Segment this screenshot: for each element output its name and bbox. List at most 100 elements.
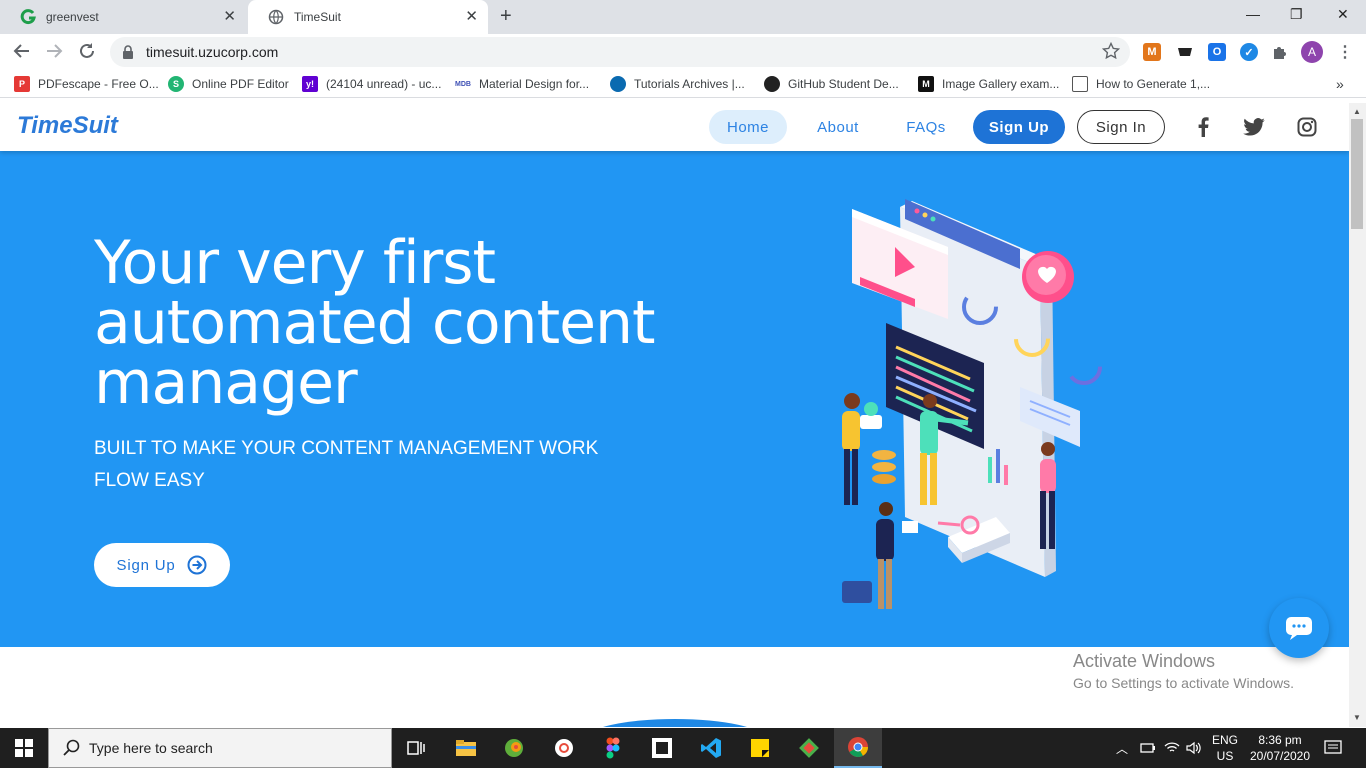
more-menu-icon[interactable]: ⋮ (1336, 43, 1354, 61)
chrome-icon[interactable] (834, 728, 882, 768)
back-arrow-icon[interactable] (13, 42, 31, 65)
terminal-app-icon[interactable] (638, 728, 686, 768)
hero-illustration (820, 187, 1120, 627)
bookmark-material-design[interactable]: MDB Material Design for... (455, 76, 589, 92)
nav-signin-button[interactable]: Sign In (1077, 110, 1165, 144)
bookmark-label: Material Design for... (479, 77, 590, 91)
nav-signup-button[interactable]: Sign Up (973, 110, 1065, 144)
bookmark-how-to-generate[interactable]: How to Generate 1,... (1072, 76, 1210, 92)
lang-code: ENG (1211, 733, 1238, 747)
hero-signup-button[interactable]: Sign Up (94, 543, 230, 587)
task-view-icon[interactable] (392, 728, 440, 768)
git-app-icon[interactable] (785, 728, 833, 768)
hero-section: Your very first automated content manage… (0, 151, 1349, 647)
page-icon (1072, 76, 1088, 92)
scrollbar-thumb[interactable] (1351, 119, 1363, 229)
windows-start-icon[interactable] (0, 728, 48, 768)
volume-icon[interactable] (1186, 728, 1202, 768)
nav-home-link[interactable]: Home (709, 110, 787, 144)
app-swirl-icon[interactable] (490, 728, 538, 768)
bookmark-yahoo-mail[interactable]: y! (24104 unread) - uc... (302, 76, 441, 92)
forward-arrow-icon[interactable] (45, 42, 63, 65)
minimize-icon[interactable]: — (1246, 6, 1260, 22)
mdb-icon: MDB (455, 76, 471, 92)
search-icon (63, 739, 81, 757)
windows-taskbar: Type here to search ︿ ENG US 8:36 pm 20/… (0, 728, 1366, 768)
hero-subtitle: BUILT TO MAKE YOUR CONTENT MANAGEMENT WO… (94, 438, 599, 491)
show-hidden-icons-icon[interactable]: ︿ (1116, 728, 1128, 768)
bookmark-label: Tutorials Archives |... (634, 77, 745, 91)
tab-title: TimeSuit (294, 10, 341, 24)
bookmark-pdfescape[interactable]: P PDFescape - Free O... (14, 76, 159, 92)
s-logo-icon: S (168, 76, 184, 92)
brand-logo[interactable]: TimeSuit (17, 112, 118, 140)
more-bookmarks-icon[interactable]: » (1336, 76, 1344, 92)
github-icon (764, 76, 780, 92)
facebook-icon[interactable] (1192, 116, 1214, 138)
web-page: TimeSuit Home About FAQs Sign Up Sign In… (0, 103, 1349, 727)
taskbar-search-box[interactable]: Type here to search (48, 728, 392, 768)
watermark-title: Activate Windows (1073, 651, 1216, 671)
m-logo-icon: M (918, 76, 934, 92)
file-explorer-icon[interactable] (442, 728, 490, 768)
url-text: timesuit.uzucorp.com (146, 44, 279, 60)
profile-avatar[interactable]: A (1301, 41, 1323, 63)
lock-icon (122, 45, 134, 59)
restore-icon[interactable]: ❐ (1290, 6, 1303, 23)
sticky-notes-icon[interactable] (736, 728, 784, 768)
close-tab-icon[interactable]: ✕ (223, 9, 236, 25)
puzzle-extensions-icon[interactable] (1271, 43, 1289, 61)
tab-timesuit[interactable]: TimeSuit ✕ (248, 0, 488, 34)
bookmark-label: How to Generate 1,... (1096, 77, 1211, 91)
input-language[interactable]: ENG US (1208, 732, 1242, 764)
address-bar[interactable]: timesuit.uzucorp.com (110, 37, 1130, 67)
extension-icon[interactable] (1176, 43, 1194, 61)
close-tab-icon[interactable]: ✕ (465, 9, 478, 25)
bookmark-tutorials-archives[interactable]: Tutorials Archives |... (610, 76, 745, 92)
notifications-icon[interactable] (1324, 728, 1342, 768)
battery-icon[interactable] (1140, 728, 1156, 768)
tab-greenvest[interactable]: greenvest ✕ (0, 0, 246, 34)
bookmark-label: Image Gallery exam... (942, 77, 1060, 91)
reload-icon[interactable] (78, 42, 96, 65)
nav-faqs-link[interactable]: FAQs (890, 110, 962, 144)
bookmark-label: PDFescape - Free O... (38, 77, 159, 91)
scroll-down-icon[interactable]: ▼ (1353, 713, 1361, 722)
browser-tab-bar: greenvest ✕ TimeSuit ✕ + — ❐ ✕ (0, 0, 1366, 34)
nav-about-link[interactable]: About (800, 110, 876, 144)
bookmark-image-gallery[interactable]: M Image Gallery exam... (918, 76, 1059, 92)
watermark-subtitle: Go to Settings to activate Windows. (1073, 675, 1294, 691)
chat-bubble-icon (1286, 617, 1312, 640)
decorative-arc (585, 719, 765, 727)
check-extension-icon[interactable]: ✓ (1240, 43, 1258, 61)
figma-icon[interactable] (589, 728, 637, 768)
extension-o-icon[interactable]: O (1208, 43, 1226, 61)
greenvest-favicon-icon (20, 9, 36, 25)
drop-icon (610, 76, 626, 92)
taskbar-clock[interactable]: 8:36 pm 20/07/2020 (1240, 732, 1320, 764)
bookmark-label: Online PDF Editor (192, 77, 289, 91)
clock-date: 20/07/2020 (1249, 749, 1311, 763)
arrow-circle-right-icon (187, 555, 207, 575)
activate-windows-watermark: Activate Windows Go to Settings to activ… (1073, 651, 1294, 691)
bookmark-star-icon[interactable] (1101, 41, 1121, 65)
new-tab-icon[interactable]: + (500, 5, 512, 28)
scroll-up-icon[interactable]: ▲ (1353, 107, 1361, 116)
instagram-icon[interactable] (1296, 116, 1318, 138)
twitter-icon[interactable] (1243, 116, 1265, 138)
wifi-icon[interactable] (1164, 728, 1180, 768)
yahoo-icon: y! (302, 76, 318, 92)
chat-widget-button[interactable] (1269, 598, 1329, 658)
bookmarks-bar: P PDFescape - Free O... S Online PDF Edi… (0, 70, 1366, 98)
page-scrollbar[interactable]: ▲ ▼ (1349, 103, 1366, 727)
tab-title: greenvest (46, 10, 99, 24)
chromium-app-icon[interactable] (540, 728, 588, 768)
bookmark-label: GitHub Student De... (788, 77, 899, 91)
close-window-icon[interactable]: ✕ (1337, 6, 1349, 23)
bookmark-github-student[interactable]: GitHub Student De... (764, 76, 899, 92)
globe-icon (268, 9, 284, 25)
site-navbar: TimeSuit Home About FAQs Sign Up Sign In (0, 103, 1349, 151)
vscode-icon[interactable] (687, 728, 735, 768)
metamask-extension-icon[interactable]: M (1143, 43, 1161, 61)
bookmark-online-pdf-editor[interactable]: S Online PDF Editor (168, 76, 289, 92)
